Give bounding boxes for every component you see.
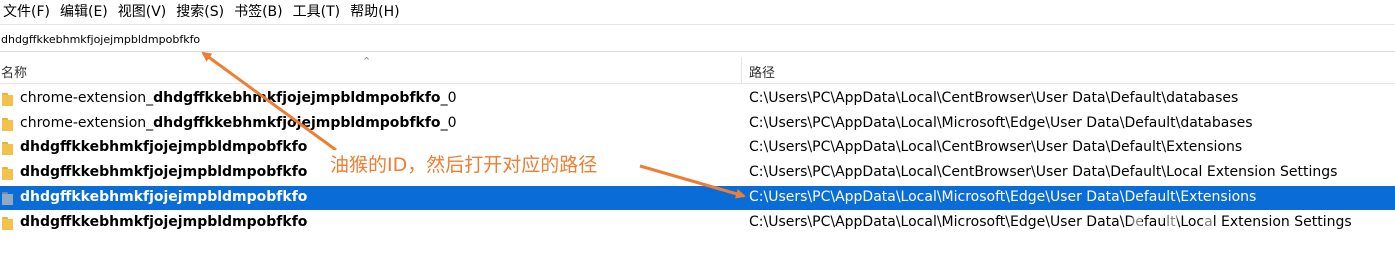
menu-search[interactable]: 搜索(S) bbox=[173, 0, 231, 24]
folder-icon bbox=[2, 93, 13, 106]
menu-edit[interactable]: 编辑(E) bbox=[57, 0, 115, 24]
name-match: dhdgffkkebhmkfjojejmpbldmpobfkfo bbox=[20, 139, 308, 155]
row-name: dhdgffkkebhmkfjojejmpbldmpobfkfo bbox=[20, 139, 307, 155]
row-path: C:\Users\PC\AppData\Local\Microsoft\Edge… bbox=[749, 189, 1257, 205]
search-bar bbox=[0, 27, 1395, 52]
name-prefix: chrome-extension_ bbox=[20, 90, 154, 106]
folder-icon bbox=[2, 142, 13, 155]
menu-view[interactable]: 视图(V) bbox=[115, 0, 174, 24]
row-name: dhdgffkkebhmkfjojejmpbldmpobfkfo bbox=[20, 164, 307, 180]
name-suffix: _0 bbox=[440, 90, 457, 106]
column-header-path[interactable]: 路径 bbox=[749, 62, 775, 81]
watermark: ▮ ▮ ▮ bbox=[1130, 205, 1222, 235]
folder-icon bbox=[2, 167, 13, 180]
column-header: ⌃ 名称 路径 bbox=[0, 55, 1395, 84]
menu-file[interactable]: 文件(F) bbox=[0, 0, 57, 24]
name-match: dhdgffkkebhmkfjojejmpbldmpobfkfo bbox=[153, 90, 441, 106]
folder-icon bbox=[2, 217, 13, 230]
annotation-text: 油猴的ID，然后打开对应的路径 bbox=[328, 150, 600, 177]
row-path: C:\Users\PC\AppData\Local\CentBrowser\Us… bbox=[749, 139, 1243, 155]
name-match: dhdgffkkebhmkfjojejmpbldmpobfkfo bbox=[20, 189, 308, 205]
menu-bookmarks[interactable]: 书签(B) bbox=[231, 0, 290, 24]
search-input[interactable] bbox=[0, 27, 601, 51]
row-name: chrome-extension_dhdgffkkebhmkfjojejmpbl… bbox=[20, 115, 456, 131]
row-path: C:\Users\PC\AppData\Local\Microsoft\Edge… bbox=[749, 214, 1352, 230]
sort-up-icon: ⌃ bbox=[362, 55, 372, 68]
table-row[interactable]: dhdgffkkebhmkfjojejmpbldmpobfkfo C:\User… bbox=[0, 161, 1395, 185]
table-row[interactable]: chrome-extension_dhdgffkkebhmkfjojejmpbl… bbox=[0, 87, 1395, 111]
table-row[interactable]: chrome-extension_dhdgffkkebhmkfjojejmpbl… bbox=[0, 112, 1395, 136]
folder-icon bbox=[2, 118, 13, 131]
row-path: C:\Users\PC\AppData\Local\CentBrowser\Us… bbox=[749, 90, 1239, 106]
name-match: dhdgffkkebhmkfjojejmpbldmpobfkfo bbox=[20, 164, 308, 180]
row-path: C:\Users\PC\AppData\Local\Microsoft\Edge… bbox=[749, 115, 1253, 131]
name-match: dhdgffkkebhmkfjojejmpbldmpobfkfo bbox=[20, 214, 308, 230]
menu-help[interactable]: 帮助(H) bbox=[347, 0, 406, 24]
row-name: dhdgffkkebhmkfjojejmpbldmpobfkfo bbox=[20, 214, 307, 230]
name-suffix: _0 bbox=[440, 115, 457, 131]
folder-icon bbox=[2, 192, 13, 205]
menu-tools[interactable]: 工具(T) bbox=[290, 0, 347, 24]
row-path: C:\Users\PC\AppData\Local\CentBrowser\Us… bbox=[749, 164, 1338, 180]
name-match: dhdgffkkebhmkfjojejmpbldmpobfkfo bbox=[153, 115, 441, 131]
column-divider[interactable] bbox=[741, 57, 742, 83]
column-header-name[interactable]: 名称 bbox=[1, 62, 27, 81]
table-row[interactable]: dhdgffkkebhmkfjojejmpbldmpobfkfo C:\User… bbox=[0, 136, 1395, 160]
row-name: chrome-extension_dhdgffkkebhmkfjojejmpbl… bbox=[20, 90, 456, 106]
name-prefix: chrome-extension_ bbox=[20, 115, 154, 131]
menu-bar: 文件(F) 编辑(E) 视图(V) 搜索(S) 书签(B) 工具(T) 帮助(H… bbox=[0, 0, 1395, 25]
row-name: dhdgffkkebhmkfjojejmpbldmpobfkfo bbox=[20, 189, 307, 205]
